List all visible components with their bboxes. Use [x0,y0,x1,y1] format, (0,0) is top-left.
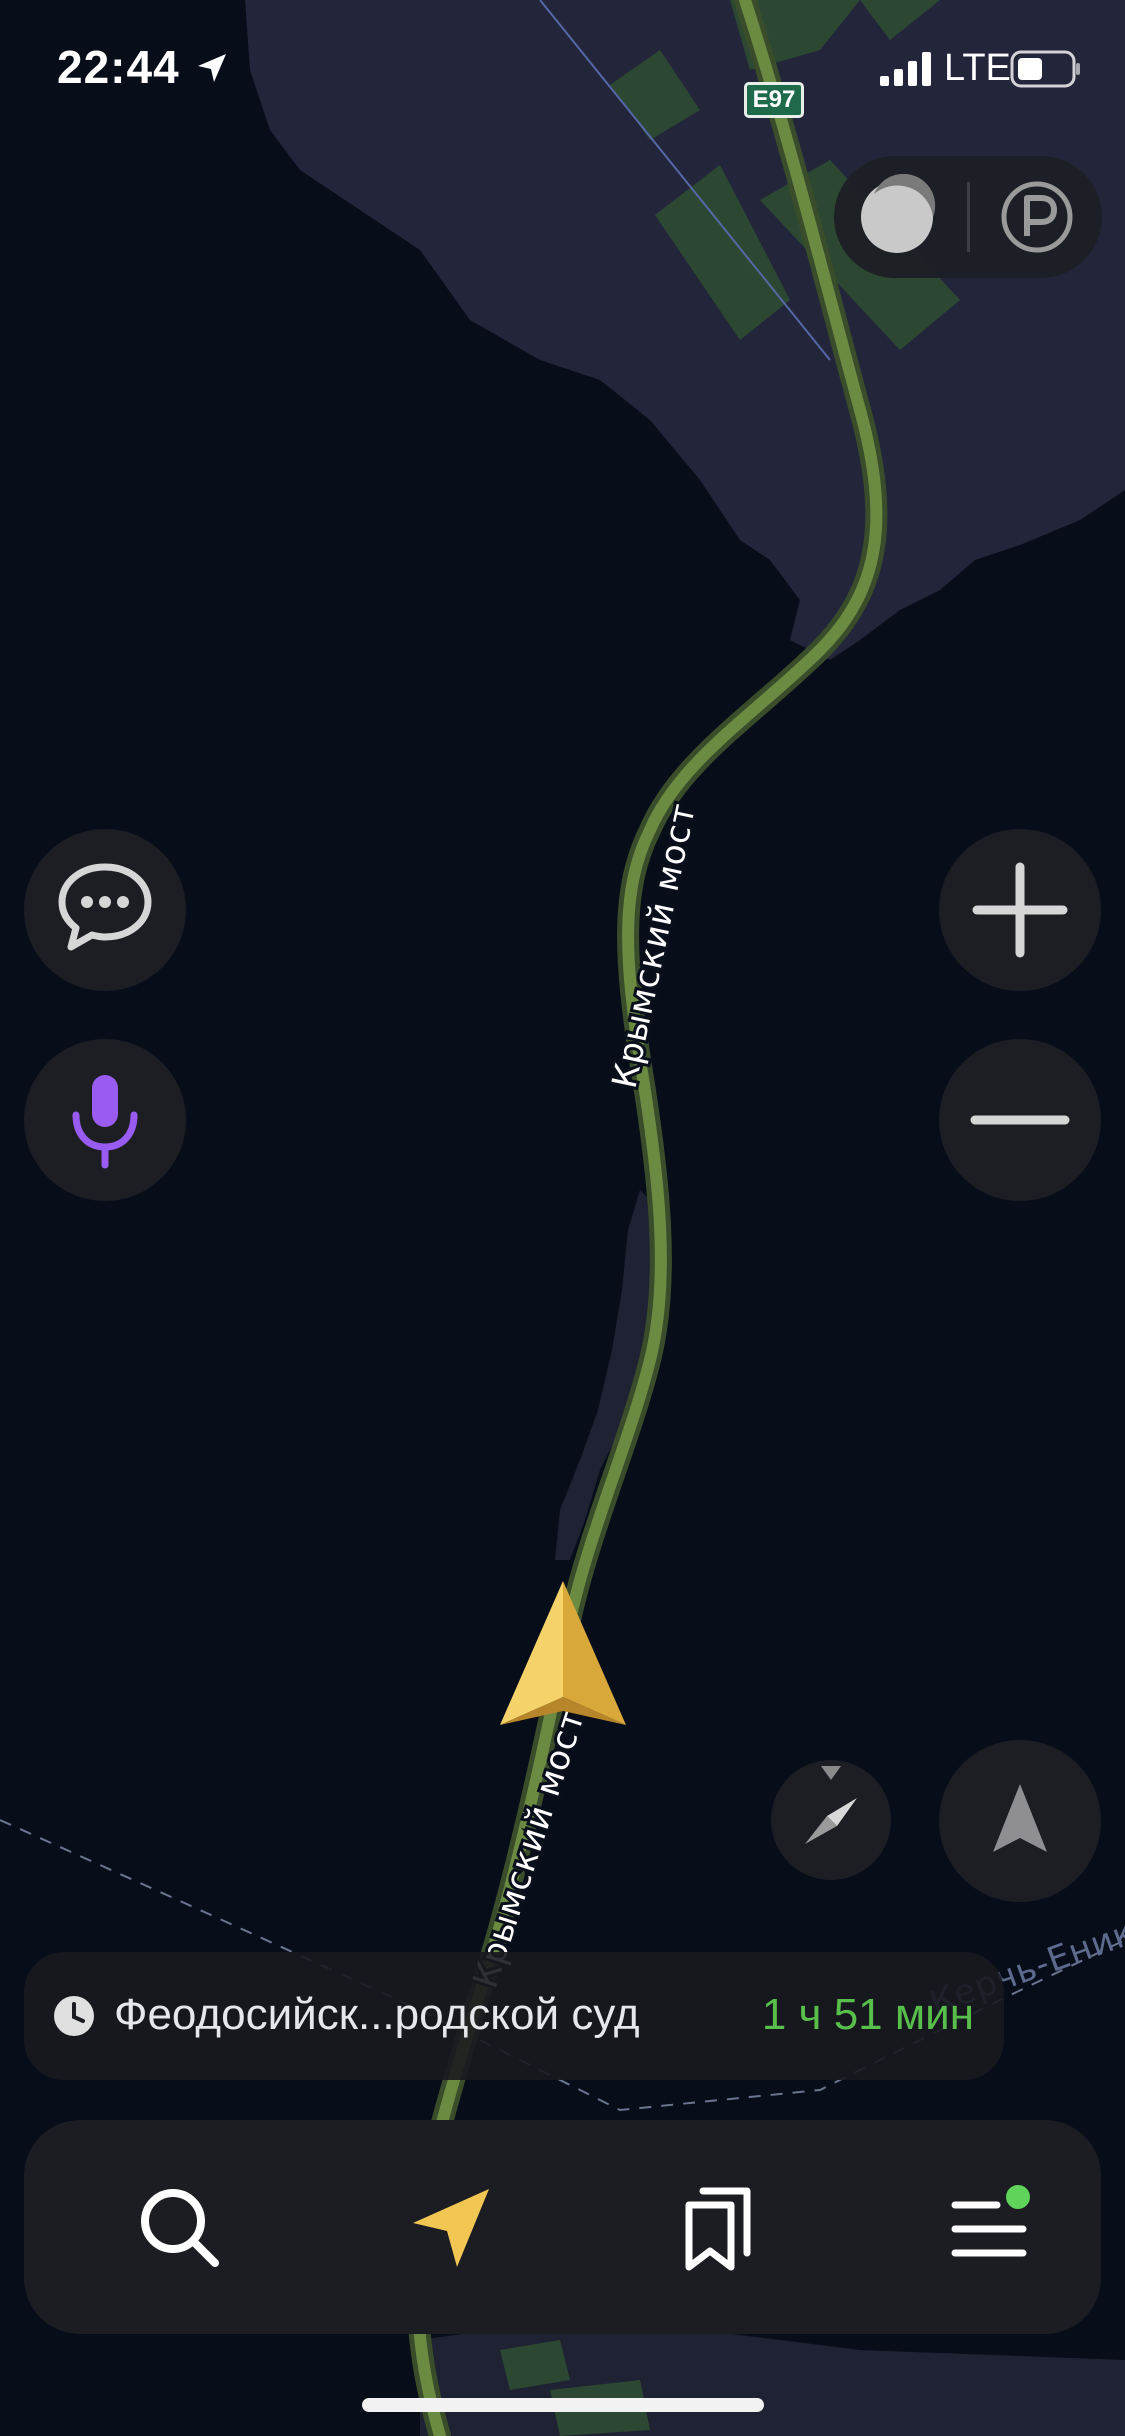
battery-icon [1010,50,1080,88]
layers-pill [834,156,1102,278]
nav-bookmarks[interactable] [649,2120,789,2334]
nav-menu[interactable] [919,2120,1059,2334]
compass-button[interactable] [771,1760,891,1880]
route-info-bar[interactable]: Феодосийск...родской суд 1 ч 51 мин [24,1952,1004,2080]
microphone-icon [72,1075,138,1169]
compass-icon [805,1766,857,1844]
locate-me-button[interactable] [939,1740,1101,1902]
signal-bars-icon [880,52,931,86]
chat-bubble-icon [58,863,152,951]
route-eta: 1 ч 51 мин [761,1990,974,2039]
voice-assistant-button[interactable] [24,1039,186,1201]
bookmarks-icon [685,2187,751,2271]
nav-search[interactable] [109,2120,249,2334]
nav-navigator[interactable] [379,2120,519,2334]
minus-icon [970,1115,1070,1125]
bottom-navigation [24,2120,1101,2334]
status-time: 22:44 [57,41,180,93]
zoom-in-button[interactable] [939,829,1101,991]
menu-icon [951,2185,1030,2257]
navigation-arrow-icon [413,2189,489,2267]
clock-icon [54,1996,94,2036]
home-indicator[interactable] [362,2398,764,2412]
route-destination: Феодосийск...родской суд [114,1990,640,2039]
user-position-arrow-icon [500,1581,626,1725]
menu-badge [1006,2185,1030,2209]
chat-button[interactable] [24,829,186,991]
plus-icon [972,862,1068,958]
road-label-bridge-south: Крымский мост [466,1704,594,1993]
locate-arrow-icon [993,1784,1047,1852]
traffic-layer-icon[interactable] [854,174,940,260]
layers-divider [967,182,970,252]
location-arrow-icon [198,54,226,82]
network-type: LTE [944,47,1011,89]
zoom-out-button[interactable] [939,1039,1101,1201]
parking-layer-icon[interactable] [994,174,1080,260]
search-icon [141,2189,219,2267]
status-bar: 22:44 LTE [0,0,1125,140]
road-sign-e97: E97 [744,82,804,118]
